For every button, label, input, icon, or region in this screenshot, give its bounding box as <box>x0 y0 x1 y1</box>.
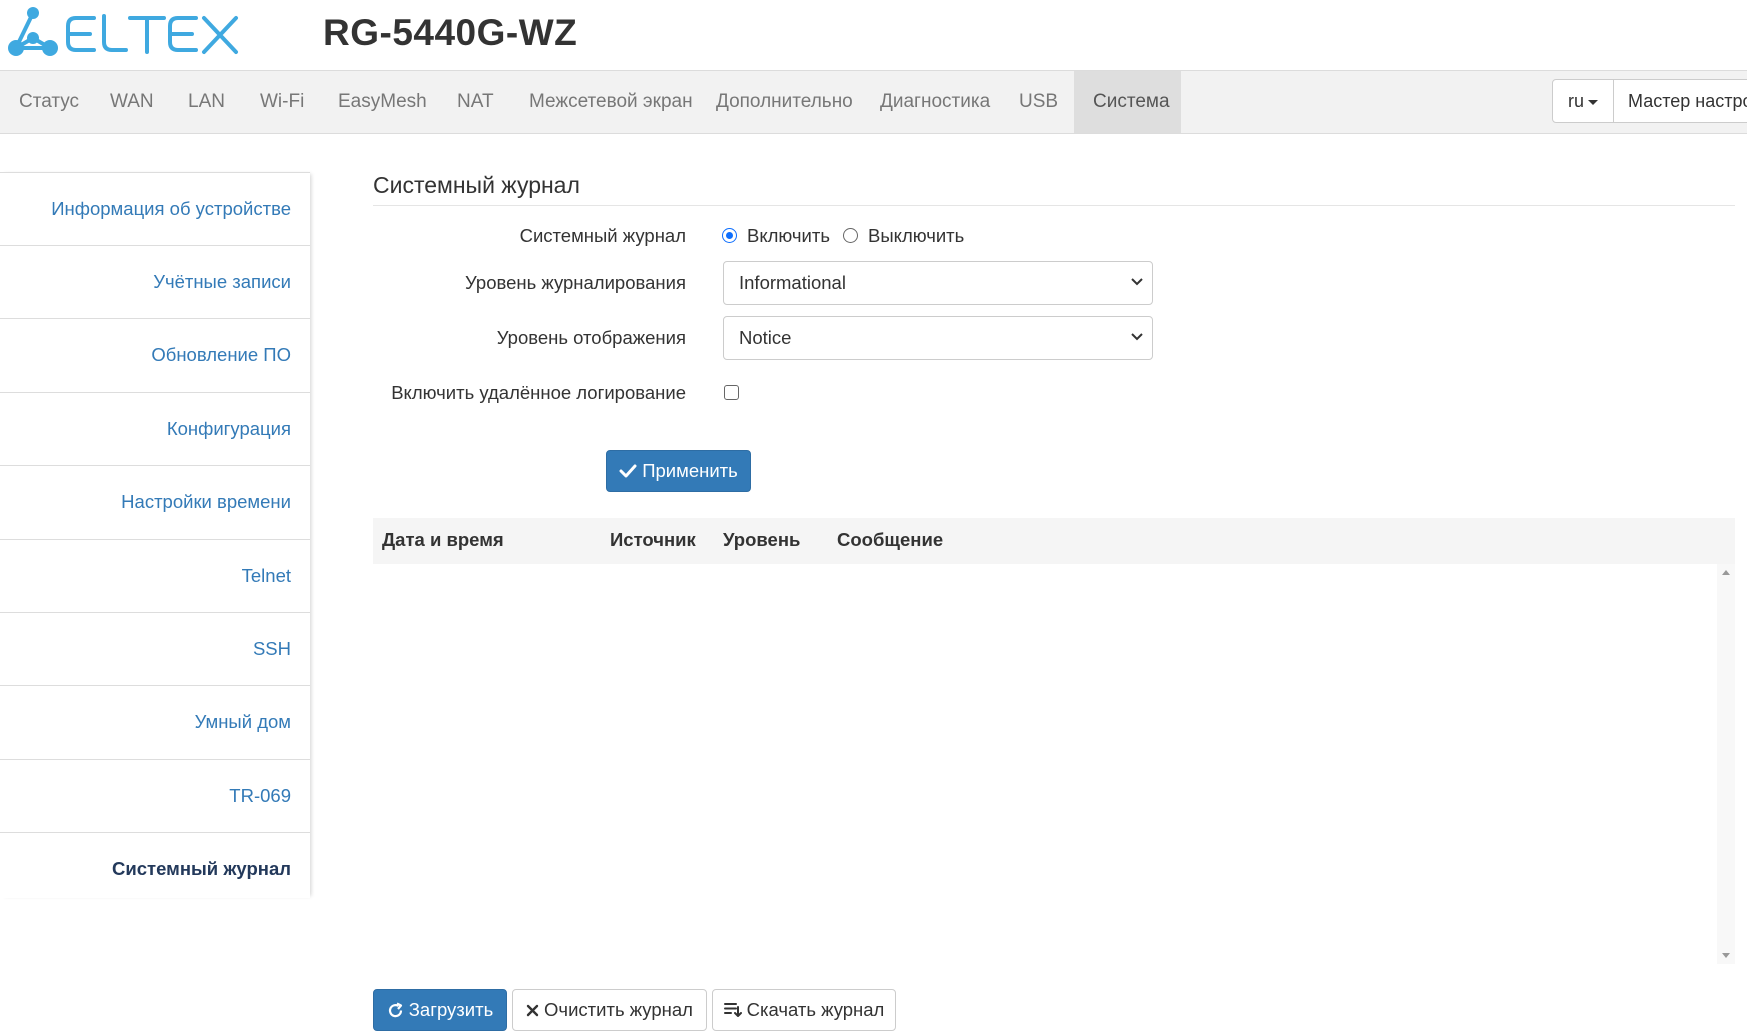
nav-easymesh[interactable]: EasyMesh <box>319 71 446 133</box>
chevron-down-icon <box>1131 333 1143 341</box>
language-value: ru <box>1567 91 1584 111</box>
nav-lan[interactable]: LAN <box>169 71 244 133</box>
column-message: Сообщение <box>837 529 944 550</box>
syslog-off-label[interactable]: Выключить <box>868 225 964 247</box>
clear-log-button-label: Очистить журнал <box>544 999 693 1020</box>
nav-diagnostics[interactable]: Диагностика <box>861 71 1009 133</box>
apply-button-label: Применить <box>642 460 738 481</box>
download-list-icon <box>723 1002 742 1018</box>
download-log-button[interactable]: Скачать журнал <box>712 989 896 1031</box>
column-source: Источник <box>610 529 696 550</box>
apply-button[interactable]: Применить <box>606 450 751 492</box>
load-button-label: Загрузить <box>408 999 494 1020</box>
nav-wifi[interactable]: Wi-Fi <box>241 71 323 133</box>
nav-status[interactable]: Статус <box>0 71 98 133</box>
nav-nat[interactable]: NAT <box>438 71 513 133</box>
remote-logging-checkbox[interactable] <box>724 385 739 400</box>
nav-advanced[interactable]: Дополнительно <box>697 71 872 133</box>
nav-firewall[interactable]: Межсетевой экран <box>510 71 712 133</box>
column-datetime: Дата и время <box>382 529 504 550</box>
check-icon <box>619 464 637 478</box>
main-navbar: Статус WAN LAN Wi-Fi EasyMesh NAT Межсет… <box>0 70 1747 134</box>
sidebar-item-tr069[interactable]: TR-069 <box>0 759 310 832</box>
close-icon <box>526 1004 539 1017</box>
syslog-off-radio[interactable] <box>843 228 858 243</box>
nav-usb[interactable]: USB <box>1000 71 1077 133</box>
sidebar-item-ssh[interactable]: SSH <box>0 612 310 685</box>
log-table-scrollbar[interactable] <box>1717 564 1735 964</box>
sidebar-item-smart-home[interactable]: Умный дом <box>0 685 310 758</box>
column-level: Уровень <box>723 529 801 550</box>
log-level-label: Уровень журналирования <box>464 272 686 293</box>
log-table-header: Дата и время Источник Уровень Сообщение <box>373 518 1735 566</box>
language-dropdown[interactable]: ru <box>1552 79 1614 123</box>
log-table-body <box>373 564 1735 964</box>
syslog-on-radio[interactable] <box>722 228 737 243</box>
display-level-select[interactable]: Notice <box>723 316 1153 360</box>
display-level-label: Уровень отображения <box>496 327 686 348</box>
navbar-right-controls: ru Мастер настро <box>1552 79 1747 123</box>
syslog-enable-label: Системный журнал <box>519 225 686 246</box>
sidebar-item-configuration[interactable]: Конфигурация <box>0 392 310 465</box>
system-sidebar: Информация об устройстве Учётные записи … <box>0 172 310 898</box>
scroll-up-arrow-icon[interactable] <box>1722 570 1730 575</box>
chevron-down-icon <box>1131 278 1143 286</box>
sidebar-item-telnet[interactable]: Telnet <box>0 539 310 612</box>
remote-logging-label: Включить удалённое логирование <box>391 382 686 403</box>
sidebar-item-device-info[interactable]: Информация об устройстве <box>0 172 310 245</box>
scroll-down-arrow-icon[interactable] <box>1722 953 1730 958</box>
caret-down-icon <box>1588 99 1598 105</box>
sidebar-item-syslog[interactable]: Системный журнал <box>0 832 310 905</box>
sidebar-item-time-settings[interactable]: Настройки времени <box>0 465 310 538</box>
log-level-select[interactable]: Informational <box>723 261 1153 305</box>
display-level-value: Notice <box>739 327 792 348</box>
page-title: Системный журнал <box>373 172 580 198</box>
title-divider <box>373 205 1735 206</box>
download-log-button-label: Скачать журнал <box>746 999 885 1020</box>
load-button[interactable]: Загрузить <box>373 989 507 1031</box>
nav-wan[interactable]: WAN <box>91 71 173 133</box>
refresh-icon <box>387 1002 404 1019</box>
device-model-title: RG-5440G-WZ <box>323 12 578 53</box>
log-level-value: Informational <box>739 272 846 293</box>
eltex-logo[interactable] <box>6 6 246 62</box>
clear-log-button[interactable]: Очистить журнал <box>512 989 707 1031</box>
sidebar-item-firmware-update[interactable]: Обновление ПО <box>0 318 310 391</box>
header: RG-5440G-WZ <box>0 0 1747 70</box>
syslog-on-label[interactable]: Включить <box>747 225 830 247</box>
sidebar-item-accounts[interactable]: Учётные записи <box>0 245 310 318</box>
setup-wizard-button[interactable]: Мастер настро <box>1614 79 1747 123</box>
nav-system[interactable]: Система <box>1074 71 1181 133</box>
